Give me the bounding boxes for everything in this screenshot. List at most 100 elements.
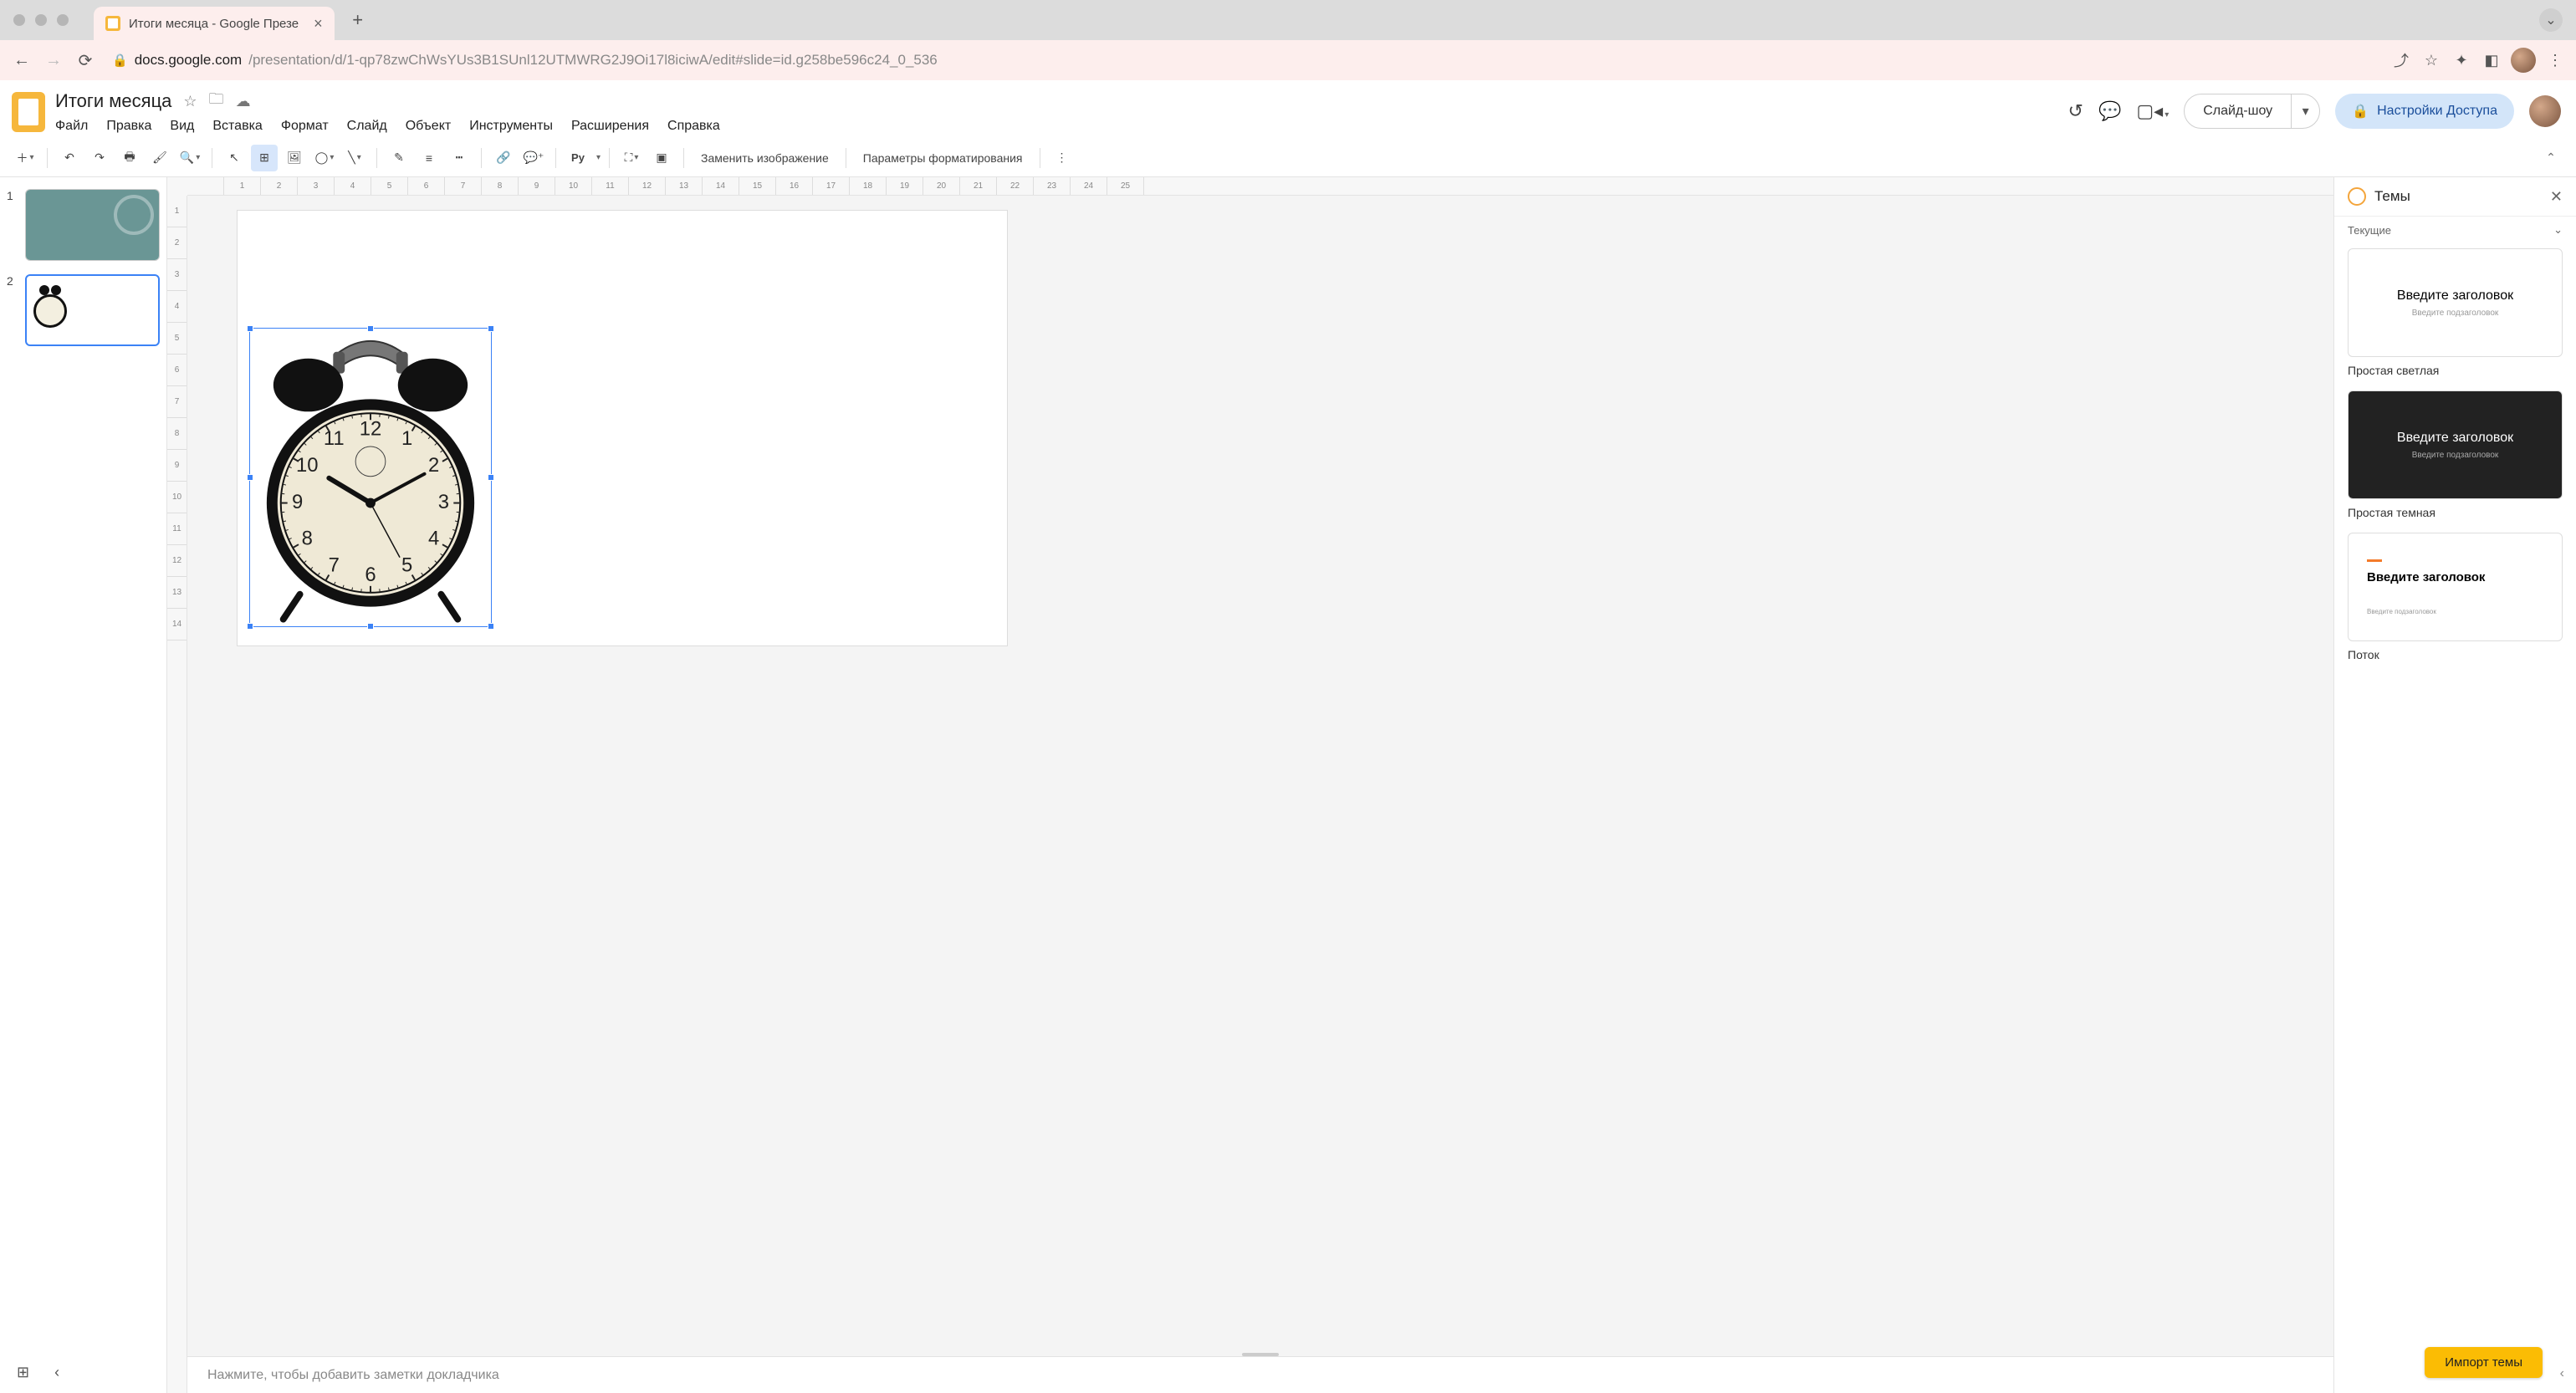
chrome-menu-icon[interactable]: ⋮ [2544, 52, 2566, 69]
textbox-tool[interactable]: ⊞ [251, 145, 278, 171]
lock-icon: 🔒 [112, 53, 128, 68]
redo-button[interactable]: ↷ [86, 145, 113, 171]
star-icon[interactable]: ☆ [183, 93, 197, 110]
slide-page[interactable]: 121234567891011 [238, 211, 1007, 645]
slide-thumb-2[interactable] [25, 274, 160, 346]
resize-handle[interactable] [367, 325, 374, 332]
py-label[interactable]: Py [565, 145, 591, 171]
import-theme-button[interactable]: Импорт темы [2425, 1347, 2543, 1378]
themes-current-dropdown[interactable]: Текущие ⌄ [2334, 217, 2576, 243]
reload-button[interactable]: ⟳ [74, 50, 97, 71]
paint-format-button[interactable]: 🖌 [146, 145, 173, 171]
resize-handle[interactable] [247, 325, 253, 332]
filmstrip-slide-2[interactable]: 2 [7, 274, 160, 346]
resize-handle[interactable] [247, 474, 253, 481]
resize-handle[interactable] [367, 623, 374, 630]
slideshow-button-group: Слайд-шоу ▾ [2184, 94, 2320, 129]
slideshow-button[interactable]: Слайд-шоу [2185, 94, 2291, 128]
svg-text:12: 12 [360, 417, 382, 440]
account-avatar[interactable] [2529, 95, 2561, 127]
zoom-button[interactable]: 🔍▾ [176, 145, 203, 171]
theme-name-light: Простая светлая [2348, 364, 2563, 377]
extensions-puzzle-icon[interactable]: ✦ [2451, 52, 2472, 69]
share-button[interactable]: 🔒 Настройки Доступа [2335, 94, 2514, 129]
slideshow-caret-icon[interactable]: ▾ [2291, 94, 2319, 128]
print-button[interactable]: 🖶 [116, 145, 143, 171]
explore-chevron-icon[interactable]: ‹ [2560, 1366, 2564, 1381]
menu-edit[interactable]: Правка [106, 119, 151, 134]
collapse-toolbar-icon[interactable]: ⌃ [2538, 145, 2564, 171]
share-page-icon[interactable]: ⤴ [2390, 49, 2412, 71]
theme-card-light[interactable]: Введите заголовок Введите подзаголовок [2348, 248, 2563, 357]
border-weight-icon[interactable]: ≡ [416, 145, 442, 171]
menu-file[interactable]: Файл [55, 119, 88, 134]
image-tool[interactable]: 🖼 [281, 145, 308, 171]
main-area: 1 2 123456789101112131415161718192021222… [0, 177, 2576, 1393]
profile-avatar[interactable] [2511, 48, 2536, 73]
back-button[interactable]: ← [10, 51, 33, 70]
collapse-filmstrip-icon[interactable]: ‹ [54, 1364, 59, 1381]
bookmark-star-icon[interactable]: ☆ [2420, 52, 2442, 69]
filmstrip-slide-1[interactable]: 1 [7, 189, 160, 261]
minimize-window-icon[interactable] [35, 14, 47, 26]
menu-view[interactable]: Вид [170, 119, 194, 134]
resize-handle[interactable] [488, 325, 494, 332]
slides-favicon-icon [105, 16, 120, 31]
resize-handle[interactable] [488, 623, 494, 630]
cloud-saved-icon: ☁ [236, 93, 251, 110]
comments-icon[interactable]: 💬 [2098, 100, 2121, 122]
menu-object[interactable]: Объект [406, 119, 451, 134]
new-tab-button[interactable]: + [345, 7, 371, 33]
resize-handle[interactable] [247, 623, 253, 630]
slide-canvas[interactable]: 121234567891011 [187, 196, 2333, 1393]
crop-icon[interactable]: ⛶▾ [618, 145, 645, 171]
history-icon[interactable]: ↺ [2068, 100, 2083, 122]
menu-tools[interactable]: Инструменты [469, 119, 553, 134]
link-icon[interactable]: 🔗 [490, 145, 517, 171]
menu-help[interactable]: Справка [667, 119, 720, 134]
svg-text:9: 9 [292, 491, 303, 513]
svg-text:3: 3 [438, 491, 449, 513]
menu-format[interactable]: Формат [281, 119, 329, 134]
menu-extensions[interactable]: Расширения [571, 119, 649, 134]
maximize-window-icon[interactable] [57, 14, 69, 26]
move-folder-icon[interactable]: 🗀 [209, 89, 224, 114]
browser-tab[interactable]: Итоги месяца - Google Презе × [94, 7, 335, 40]
select-tool[interactable]: ↖ [221, 145, 248, 171]
speaker-notes[interactable]: Нажмите, чтобы добавить заметки докладчи… [187, 1356, 2333, 1393]
tab-list-chevron-icon[interactable]: ⌄ [2539, 8, 2563, 32]
border-color-icon[interactable]: ✎ [386, 145, 412, 171]
document-title[interactable]: Итоги месяца [55, 90, 171, 112]
sidepanel-icon[interactable]: ◧ [2481, 52, 2502, 69]
browser-chrome: Итоги месяца - Google Презе × + ⌄ ← → ⟳ … [0, 0, 2576, 80]
themes-panel: Темы ✕ Текущие ⌄ Введите заголовок Введи… [2333, 177, 2576, 1393]
line-tool[interactable]: ╲▾ [341, 145, 368, 171]
palette-icon [2348, 187, 2366, 206]
border-dash-icon[interactable]: ┅ [446, 145, 473, 171]
format-options-button[interactable]: Параметры форматирования [855, 145, 1031, 171]
url-host: docs.google.com [135, 52, 243, 69]
close-window-icon[interactable] [13, 14, 25, 26]
theme-card-flow[interactable]: Введите заголовок Введите подзаголовок [2348, 533, 2563, 641]
more-toolbar-icon[interactable]: ⋮ [1049, 145, 1076, 171]
new-slide-button[interactable]: ＋▾ [12, 145, 38, 171]
mask-icon[interactable]: ▣ [648, 145, 675, 171]
filmstrip: 1 2 [0, 177, 167, 1393]
slide-thumb-1[interactable] [25, 189, 160, 261]
selected-image-clock[interactable]: 121234567891011 [249, 328, 492, 627]
theme-card-dark[interactable]: Введите заголовок Введите подзаголовок [2348, 390, 2563, 499]
menu-slide[interactable]: Слайд [347, 119, 387, 134]
close-panel-icon[interactable]: ✕ [2550, 188, 2563, 206]
resize-handle[interactable] [488, 474, 494, 481]
undo-button[interactable]: ↶ [56, 145, 83, 171]
slides-logo-icon[interactable] [12, 92, 45, 132]
url-bar[interactable]: 🔒 docs.google.com/presentation/d/1-qp78z… [105, 52, 2382, 69]
lock-icon: 🔒 [2352, 103, 2369, 120]
comment-add-icon[interactable]: 💬⁺ [520, 145, 547, 171]
present-camera-icon[interactable]: ▢◂▾ [2136, 100, 2169, 122]
tab-close-icon[interactable]: × [314, 15, 323, 33]
replace-image-button[interactable]: Заменить изображение [693, 145, 837, 171]
grid-view-icon[interactable]: ⊞ [17, 1364, 29, 1381]
shape-tool[interactable]: ◯▾ [311, 145, 338, 171]
menu-insert[interactable]: Вставка [212, 119, 262, 134]
